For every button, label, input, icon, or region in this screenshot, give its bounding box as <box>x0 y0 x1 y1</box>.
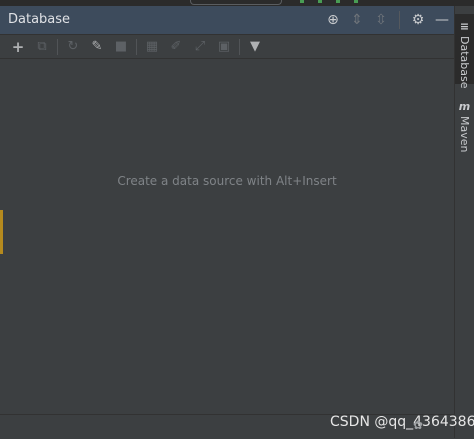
database-icon: ≡ <box>459 20 470 33</box>
gear-icon[interactable]: ⚙ <box>406 9 430 31</box>
toolbar-separator <box>136 38 137 55</box>
side-tab-label: Maven <box>458 116 471 153</box>
collapse-all-icon[interactable]: ⇳ <box>369 9 393 31</box>
side-tab-database[interactable]: ≡ Database <box>455 14 474 89</box>
database-tool-window: Database ⊕ ⇕ ⇳ ⚙ — + ⧉ ↻ ✎ ■ ▦ ✐ ⤢ ▣ ▼ C… <box>0 6 455 439</box>
empty-state-text: Create a data source with Alt+Insert <box>117 174 337 188</box>
copy-icon[interactable]: ⧉ <box>30 37 54 57</box>
data-source-tree[interactable]: Create a data source with Alt+Insert <box>0 60 454 415</box>
right-tool-strip: ≡ Database m Maven <box>455 6 474 438</box>
jump-to-source-icon[interactable]: ⤢ <box>188 37 212 57</box>
filter-icon[interactable]: ▼ <box>243 37 267 57</box>
add-icon[interactable]: + <box>6 37 30 57</box>
header-separator <box>399 11 400 29</box>
refresh-icon[interactable]: ↻ <box>61 37 85 57</box>
search-field-edge <box>190 0 282 5</box>
panel-title: Database <box>8 12 71 27</box>
edit-schema-icon[interactable]: ✎ <box>85 37 109 57</box>
status-indicators <box>300 0 410 4</box>
left-gutter-marker <box>0 210 3 254</box>
crosshair-icon[interactable]: ⊕ <box>321 9 345 31</box>
table-icon[interactable]: ▦ <box>140 37 164 57</box>
expand-all-icon[interactable]: ⇕ <box>345 9 369 31</box>
watermark: CSDN @qq_43643867 <box>330 414 474 430</box>
header-actions: ⊕ ⇕ ⇳ ⚙ — <box>321 6 454 34</box>
side-tab-label: Database <box>458 36 471 89</box>
stop-icon[interactable]: ■ <box>109 37 133 57</box>
maven-icon: m <box>458 100 471 113</box>
side-tab-maven[interactable]: m Maven <box>455 94 474 154</box>
minimize-icon[interactable]: — <box>430 9 454 31</box>
database-toolbar: + ⧉ ↻ ✎ ■ ▦ ✐ ⤢ ▣ ▼ <box>0 35 454 59</box>
gear-icon: ✿ <box>413 418 424 432</box>
edit-icon[interactable]: ✐ <box>164 37 188 57</box>
tool-window-header: Database ⊕ ⇕ ⇳ ⚙ — <box>0 6 454 35</box>
toolbar-separator <box>239 38 240 55</box>
toolbar-separator <box>57 38 58 55</box>
console-icon[interactable]: ▣ <box>212 37 236 57</box>
